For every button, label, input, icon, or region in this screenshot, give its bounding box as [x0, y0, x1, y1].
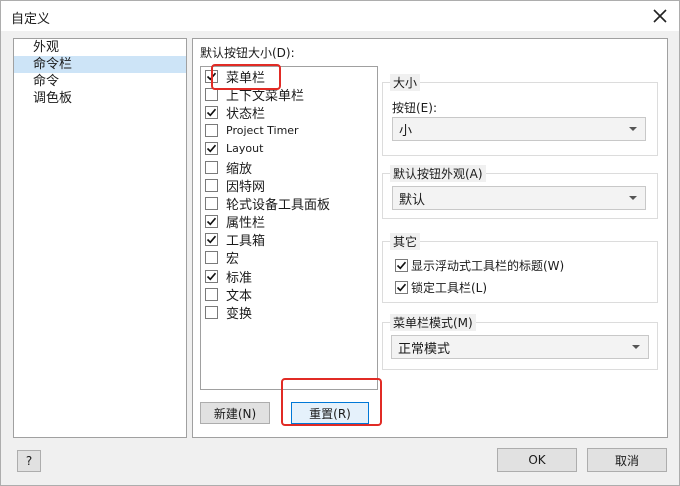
highlight-box-reset	[281, 378, 382, 426]
menubar-mode-group-title: 菜单栏模式(M)	[390, 314, 476, 331]
checkbox[interactable]	[205, 287, 218, 301]
commandbar-label: 轮式设备工具面板	[226, 197, 331, 213]
ok-button[interactable]: OK	[497, 448, 577, 472]
menubar-mode-group: 菜单栏模式(M) 正常模式	[382, 314, 658, 370]
checkmark-icon	[206, 217, 217, 226]
checkbox[interactable]	[205, 124, 218, 138]
checkmark-icon	[396, 283, 407, 292]
appearance-value: 默认	[399, 192, 426, 208]
option-label: 锁定工具栏(L)	[411, 281, 488, 295]
appearance-group-title: 默认按钮外观(A)	[390, 165, 486, 182]
nav-item-commandbars[interactable]: 命令栏	[14, 56, 186, 73]
nav-item-commands[interactable]: 命令	[14, 73, 186, 90]
lock-toolbars-option[interactable]: 锁定工具栏(L)	[395, 279, 487, 296]
commandbars-page: 默认按钮大小(D): 菜单栏 上下文菜单栏 状态栏 Project Timer …	[192, 38, 668, 438]
commandbar-item[interactable]: 标准	[201, 267, 377, 286]
button-size-value: 小	[399, 123, 413, 139]
commandbar-item[interactable]: 因特网	[201, 176, 377, 195]
commandbar-label: 缩放	[226, 161, 253, 177]
checkmark-icon	[206, 235, 217, 244]
commandbar-item[interactable]: 状态栏	[201, 103, 377, 122]
checkmark-icon	[206, 145, 217, 153]
help-button[interactable]: ?	[17, 450, 41, 472]
appearance-combo[interactable]: 默认	[392, 186, 646, 210]
menubar-mode-value: 正常模式	[398, 341, 451, 357]
commandbar-list[interactable]: 菜单栏 上下文菜单栏 状态栏 Project Timer Layout 缩放 因…	[200, 66, 378, 390]
checkbox[interactable]	[205, 142, 218, 156]
commandbar-label: 工具箱	[226, 234, 266, 250]
checkbox[interactable]	[205, 251, 218, 265]
commandbar-item[interactable]: 文本	[201, 285, 377, 304]
checkbox[interactable]	[205, 306, 218, 320]
option-label: 显示浮动式工具栏的标题(W)	[411, 259, 565, 273]
other-group: 其它 显示浮动式工具栏的标题(W) 锁定工具栏(L)	[382, 233, 658, 303]
commandbar-label: 文本	[226, 288, 253, 304]
title-bar: 自定义	[1, 1, 679, 31]
cancel-button[interactable]: 取消	[587, 448, 667, 472]
highlight-box-menubar	[211, 64, 281, 90]
commandbar-label: 变换	[226, 307, 253, 323]
checkbox[interactable]	[205, 233, 218, 247]
checkmark-icon	[396, 261, 407, 270]
commandbar-item[interactable]: 变换	[201, 303, 377, 323]
commandbar-label: 标准	[226, 270, 253, 286]
checkbox[interactable]	[205, 105, 218, 119]
button-size-label: 按钮(E):	[392, 101, 437, 115]
checkbox[interactable]	[395, 259, 408, 272]
commandbar-item[interactable]: 缩放	[201, 158, 377, 177]
menubar-mode-combo[interactable]: 正常模式	[391, 335, 649, 359]
nav-item-appearance[interactable]: 外观	[14, 39, 186, 56]
size-group: 大小 按钮(E): 小	[382, 74, 658, 156]
nav-item-palettes[interactable]: 调色板	[14, 90, 186, 107]
new-button[interactable]: 新建(N)	[200, 402, 270, 424]
checkbox[interactable]	[205, 269, 218, 283]
chevron-down-icon	[629, 196, 637, 200]
commandbar-item[interactable]: Project Timer	[201, 122, 377, 140]
button-size-combo[interactable]: 小	[392, 117, 646, 141]
chevron-down-icon	[629, 127, 637, 131]
commandbar-label: 因特网	[226, 179, 266, 195]
checkmark-icon	[206, 108, 217, 117]
commandbar-label: 状态栏	[226, 106, 266, 122]
checkbox[interactable]	[395, 281, 408, 294]
default-button-size-label: 默认按钮大小(D):	[200, 46, 295, 60]
commandbar-label: 宏	[226, 252, 240, 268]
commandbar-item[interactable]: Layout	[201, 140, 377, 158]
size-group-title: 大小	[390, 74, 421, 91]
checkbox[interactable]	[205, 196, 218, 210]
commandbar-label: Layout	[226, 142, 264, 156]
category-tree: 外观 命令栏 命令 调色板	[13, 38, 187, 438]
commandbar-label: 属性栏	[226, 216, 266, 232]
chevron-down-icon	[632, 345, 640, 349]
checkmark-icon	[206, 272, 217, 281]
commandbar-label: Project Timer	[226, 124, 299, 138]
checkbox[interactable]	[205, 160, 218, 174]
close-icon	[653, 9, 667, 23]
window-title: 自定义	[11, 12, 51, 27]
commandbar-item[interactable]: 宏	[201, 249, 377, 267]
appearance-group: 默认按钮外观(A) 默认	[382, 165, 658, 219]
other-group-title: 其它	[390, 233, 421, 250]
show-floating-toolbar-title-option[interactable]: 显示浮动式工具栏的标题(W)	[395, 257, 564, 274]
close-button[interactable]	[647, 3, 673, 29]
commandbar-item[interactable]: 属性栏	[201, 213, 377, 231]
customize-dialog: 自定义 外观 命令栏 命令 调色板 默认按钮大小(D): 菜单栏 上下文菜单栏 …	[0, 0, 680, 486]
commandbar-item[interactable]: 工具箱	[201, 231, 377, 249]
checkbox[interactable]	[205, 215, 218, 229]
checkbox[interactable]	[205, 178, 218, 192]
commandbar-item[interactable]: 轮式设备工具面板	[201, 194, 377, 213]
